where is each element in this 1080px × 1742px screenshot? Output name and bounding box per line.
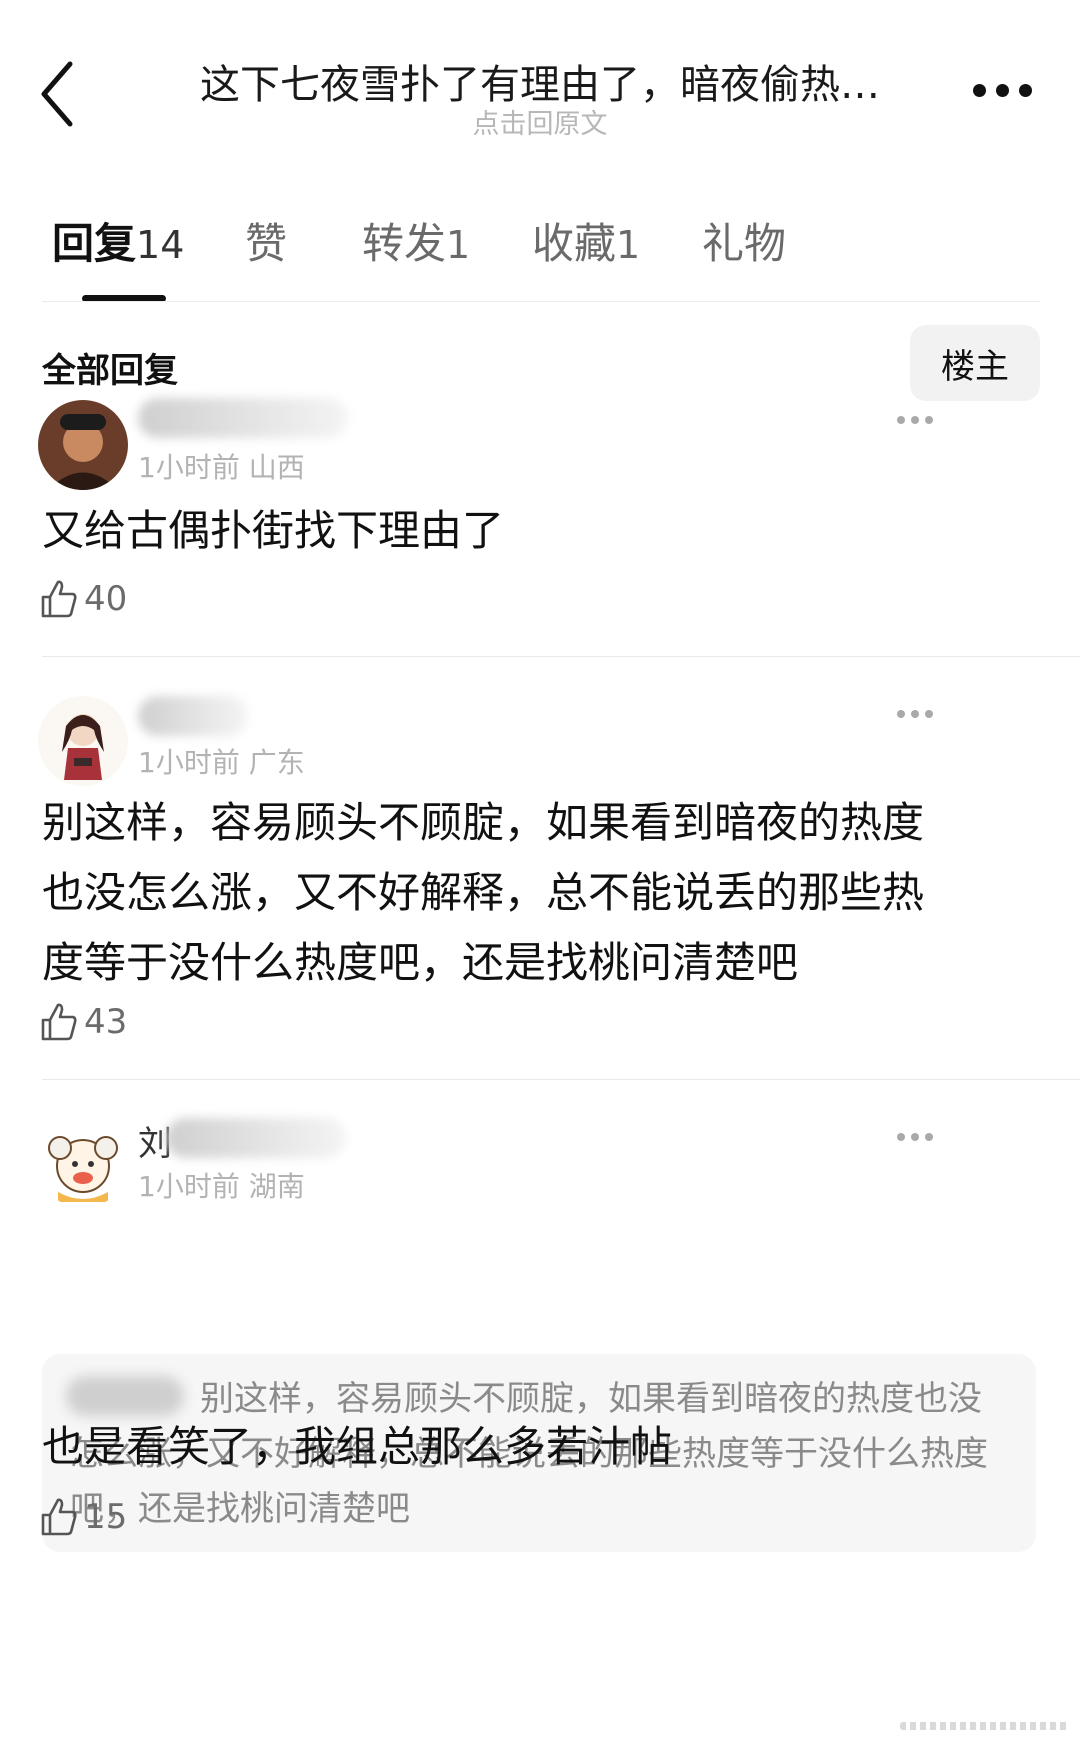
op-only-filter-button[interactable]: 楼主 (910, 325, 1040, 401)
more-horizontal-icon (897, 1133, 905, 1141)
tab-gifts[interactable]: 礼物 (702, 210, 786, 271)
watermark (900, 1722, 1070, 1730)
like-button[interactable]: 15 (40, 1497, 127, 1537)
tab-replies[interactable]: 回复14 (52, 210, 184, 271)
section-title: 全部回复 (42, 351, 178, 391)
like-button[interactable]: 43 (40, 1002, 127, 1042)
tab-divider (42, 301, 1040, 302)
username-redacted[interactable] (166, 1118, 346, 1158)
thumbs-up-icon (41, 580, 77, 618)
avatar[interactable] (38, 1118, 128, 1208)
more-horizontal-icon (972, 83, 986, 97)
comment-text: 别这样，容易顾头不顾腚，如果看到暗夜的热度也没怎么涨，又不好解释，总不能说丢的那… (42, 798, 925, 987)
comment-divider (42, 1079, 1080, 1080)
more-horizontal-icon (897, 710, 905, 718)
more-options-button[interactable] (962, 70, 1042, 110)
avatar[interactable] (38, 696, 128, 786)
thumbs-up-icon (41, 1003, 77, 1041)
comment-text: 又给古偶扑街找下理由了 (42, 506, 505, 555)
username-redacted[interactable] (138, 696, 248, 736)
back-to-original-link[interactable]: 点击回原文 (0, 102, 1080, 141)
tab-reposts[interactable]: 转发1 (362, 210, 470, 271)
more-horizontal-icon (897, 416, 905, 424)
comment-divider (42, 656, 1080, 657)
comment-more-button[interactable] (890, 410, 940, 430)
thumbs-up-icon (41, 1498, 77, 1536)
tab-likes[interactable]: 赞 (245, 210, 287, 271)
comment-more-button[interactable] (890, 704, 940, 724)
avatar[interactable] (38, 400, 128, 490)
comment-meta: 1小时前 湖南 (138, 1170, 305, 1203)
tab-bar: 回复14 赞 转发1 收藏1 礼物 (0, 210, 1080, 276)
comment-meta: 1小时前 山西 (138, 451, 305, 484)
comment-meta: 1小时前 广东 (138, 746, 305, 779)
comment-text: 也是看笑了，我组总那么多若汁帖 (42, 1422, 673, 1471)
tab-favorites[interactable]: 收藏1 (532, 210, 640, 271)
username-redacted[interactable] (138, 398, 348, 438)
like-button[interactable]: 40 (40, 579, 127, 619)
comment-more-button[interactable] (890, 1127, 940, 1147)
